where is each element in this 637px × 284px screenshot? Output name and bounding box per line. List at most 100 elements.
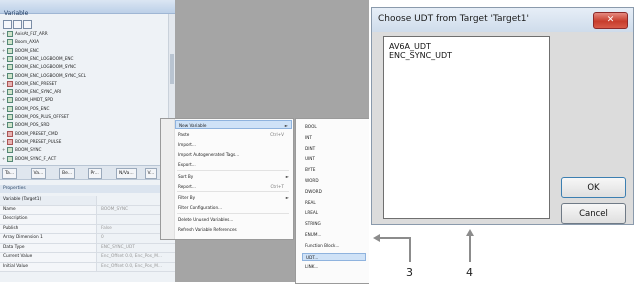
ok-button[interactable]: OK [561,177,626,198]
close-button[interactable]: ✕ [593,12,628,29]
property-key: Description [0,215,97,224]
panel-titlebar: Variable [0,0,175,17]
callout-3-vertical [409,237,411,262]
menu-item-label: Import Autogenerated Tags... [178,152,240,157]
context-menu-item[interactable]: Export... [175,160,292,169]
variable-icon [7,97,13,104]
tree-item[interactable]: + BOOM_ENC_PRESET [2,80,57,87]
submenu-item[interactable]: LREAL [302,209,366,217]
panel-tab[interactable]: Pr... [87,168,102,179]
menu-item-label: Delete Unused Variables... [178,216,234,222]
tree-item[interactable]: + BOOM_ENC_SYNC_ARI [2,88,61,96]
property-row[interactable]: Publish False [0,224,175,234]
submenu-item[interactable]: ENUM... [302,231,366,239]
tree-item-label: BOOM_POS_PLUS_OFFSET [15,114,70,119]
panel-tabs: Ta... Va... Be... Pr... N/Va... V... [0,165,175,180]
property-row[interactable]: Variable (Target1) [0,196,175,206]
callout-4-label: 4 [466,266,473,279]
property-row[interactable]: Data Type ENC_SYNC_UDT [0,243,175,253]
udt-list-item[interactable]: AV6A_UDT [389,42,431,51]
submenu-item[interactable]: WORD [302,177,366,185]
property-row[interactable]: Array Dimension 10 [0,234,175,244]
tree-item[interactable]: + BOOM_POS_PLUS_OFFSET [2,113,69,120]
tree-item[interactable]: + AxisAt_FLT_ARR [2,30,48,37]
property-row[interactable]: Name BOOM_SYNC [0,205,175,215]
tree-item[interactable]: + BOOM_ENC_LOGBOOM_SYNC [2,63,76,71]
variable-icon [7,80,13,87]
tree-item[interactable]: + BOOM_PRESET_PULSE [2,138,61,145]
tree-item-label: AxisAt_FLT_ARR [15,31,48,36]
submenu-item[interactable]: REAL [302,199,366,207]
tree-item[interactable]: + Boom_AXIA [2,38,40,46]
submenu-item[interactable]: STRING [302,220,366,228]
tree-item-label: BOOM_ENC_PRESET [15,80,57,86]
scrollbar-thumb[interactable] [170,54,174,84]
submenu-item[interactable]: BOOL [302,123,366,131]
properties-title: Properties [0,185,175,193]
menu-item-label: Import... [178,142,196,147]
variable-icon [7,72,13,79]
submenu-item[interactable]: BYTE [302,166,366,174]
variable-icon [7,138,13,145]
panel-tab[interactable]: Ta... [2,168,18,179]
context-menu-item[interactable]: Filter Configuration... [175,203,292,212]
tree-item-label: BOOM_HMDT_SPD [15,97,54,103]
context-menu-item[interactable]: Paste Ctrl+V [175,130,292,139]
toolbar-expand-icon[interactable] [3,20,12,29]
submenu-item[interactable]: Function Block... [302,242,366,250]
tree-item[interactable]: + BOOM_SYNC_F_ACT [2,155,56,162]
property-row[interactable]: Current Value Enc_Offset 0.0, Enc_Pos_M..… [0,253,175,263]
udt-listbox[interactable]: AV6A_UDT ENC_SYNC_UDT [383,36,550,219]
tree-item-label: BOOM_PRESET_PULSE [15,138,62,144]
submenu-arrow-icon: ► [284,123,288,128]
context-menu-item[interactable]: Filter By ► [175,193,292,202]
menu-item-label: New Variable [179,123,207,128]
cancel-button[interactable]: Cancel [561,203,626,224]
context-menu-item[interactable]: Report... Ctrl+T [175,182,292,191]
panel-tab[interactable]: Va... [30,168,47,179]
context-menu-item[interactable]: Import... [175,140,292,149]
toolbar-collapse-icon[interactable] [13,20,22,29]
context-menu-item[interactable]: Sort By ► [175,172,292,181]
menu-item-label: Filter By [178,195,196,200]
tree-item[interactable]: + BOOM_ENC_LOGBOOM_ENC [2,55,73,62]
menu-item-label: Sort By [178,173,194,179]
submenu-item[interactable]: UDT... [302,252,366,261]
tree-item-label: BOOM_POS_SRD [15,122,50,128]
udt-list-item[interactable]: ENC_SYNC_UDT [389,51,452,60]
tree-item[interactable]: + BOOM_ENC_LOGBOOM_SYNC_SCL [2,72,86,79]
submenu-item[interactable]: LINK... [302,263,366,271]
submenu-item[interactable]: DINT [302,145,366,153]
submenu-item[interactable]: UINT [302,155,366,163]
context-menu-item[interactable]: New Variable ► [175,120,292,129]
context-menu-item[interactable]: Delete Unused Variables... [175,215,292,224]
tree-item[interactable]: + BOOM_SYNC [2,146,42,154]
tree-item-label: Boom_AXIA [15,39,40,45]
property-key: Name [0,205,97,214]
tree-item[interactable]: + BOOM_PRESET_CMD [2,130,58,137]
submenu-item[interactable]: INT [302,134,366,142]
menu-icon-gutter [161,119,175,239]
toolbar-filter-icon[interactable] [23,20,32,29]
property-row[interactable]: Description [0,215,175,225]
tree-item-label: BOOM_SYNC_F_ACT [15,155,57,161]
variable-icon [7,31,13,37]
context-menu-item[interactable]: Refresh Variable References [175,225,292,234]
panel-tab[interactable]: Be... [59,168,76,179]
submenu-item[interactable]: DWORD [302,188,366,196]
property-key: Initial Value [0,262,97,271]
context-menu-item[interactable]: Import Autogenerated Tags... [175,150,292,159]
menu-item-label: Paste [178,132,190,137]
property-key: Publish [0,224,97,233]
tree-item[interactable]: + BOOM_ENC [2,47,39,54]
property-key: Data Type [0,243,97,252]
panel-tab[interactable]: V... [144,168,158,179]
tree-item[interactable]: + BOOM_POS_SRD [2,121,50,129]
tree-item[interactable]: + BOOM_HMDT_SPD [2,96,54,104]
property-row[interactable]: Initial Value Enc_Offset 0.0, Enc_Pos_M..… [0,262,175,272]
menu-item-label: Export... [178,162,196,167]
panel-tab[interactable]: N/Va... [116,168,137,179]
tree-item-label: BOOM_SYNC [15,147,42,153]
variable-icon [7,55,13,62]
tree-item[interactable]: + BOOM_POS_ENC [2,105,49,112]
